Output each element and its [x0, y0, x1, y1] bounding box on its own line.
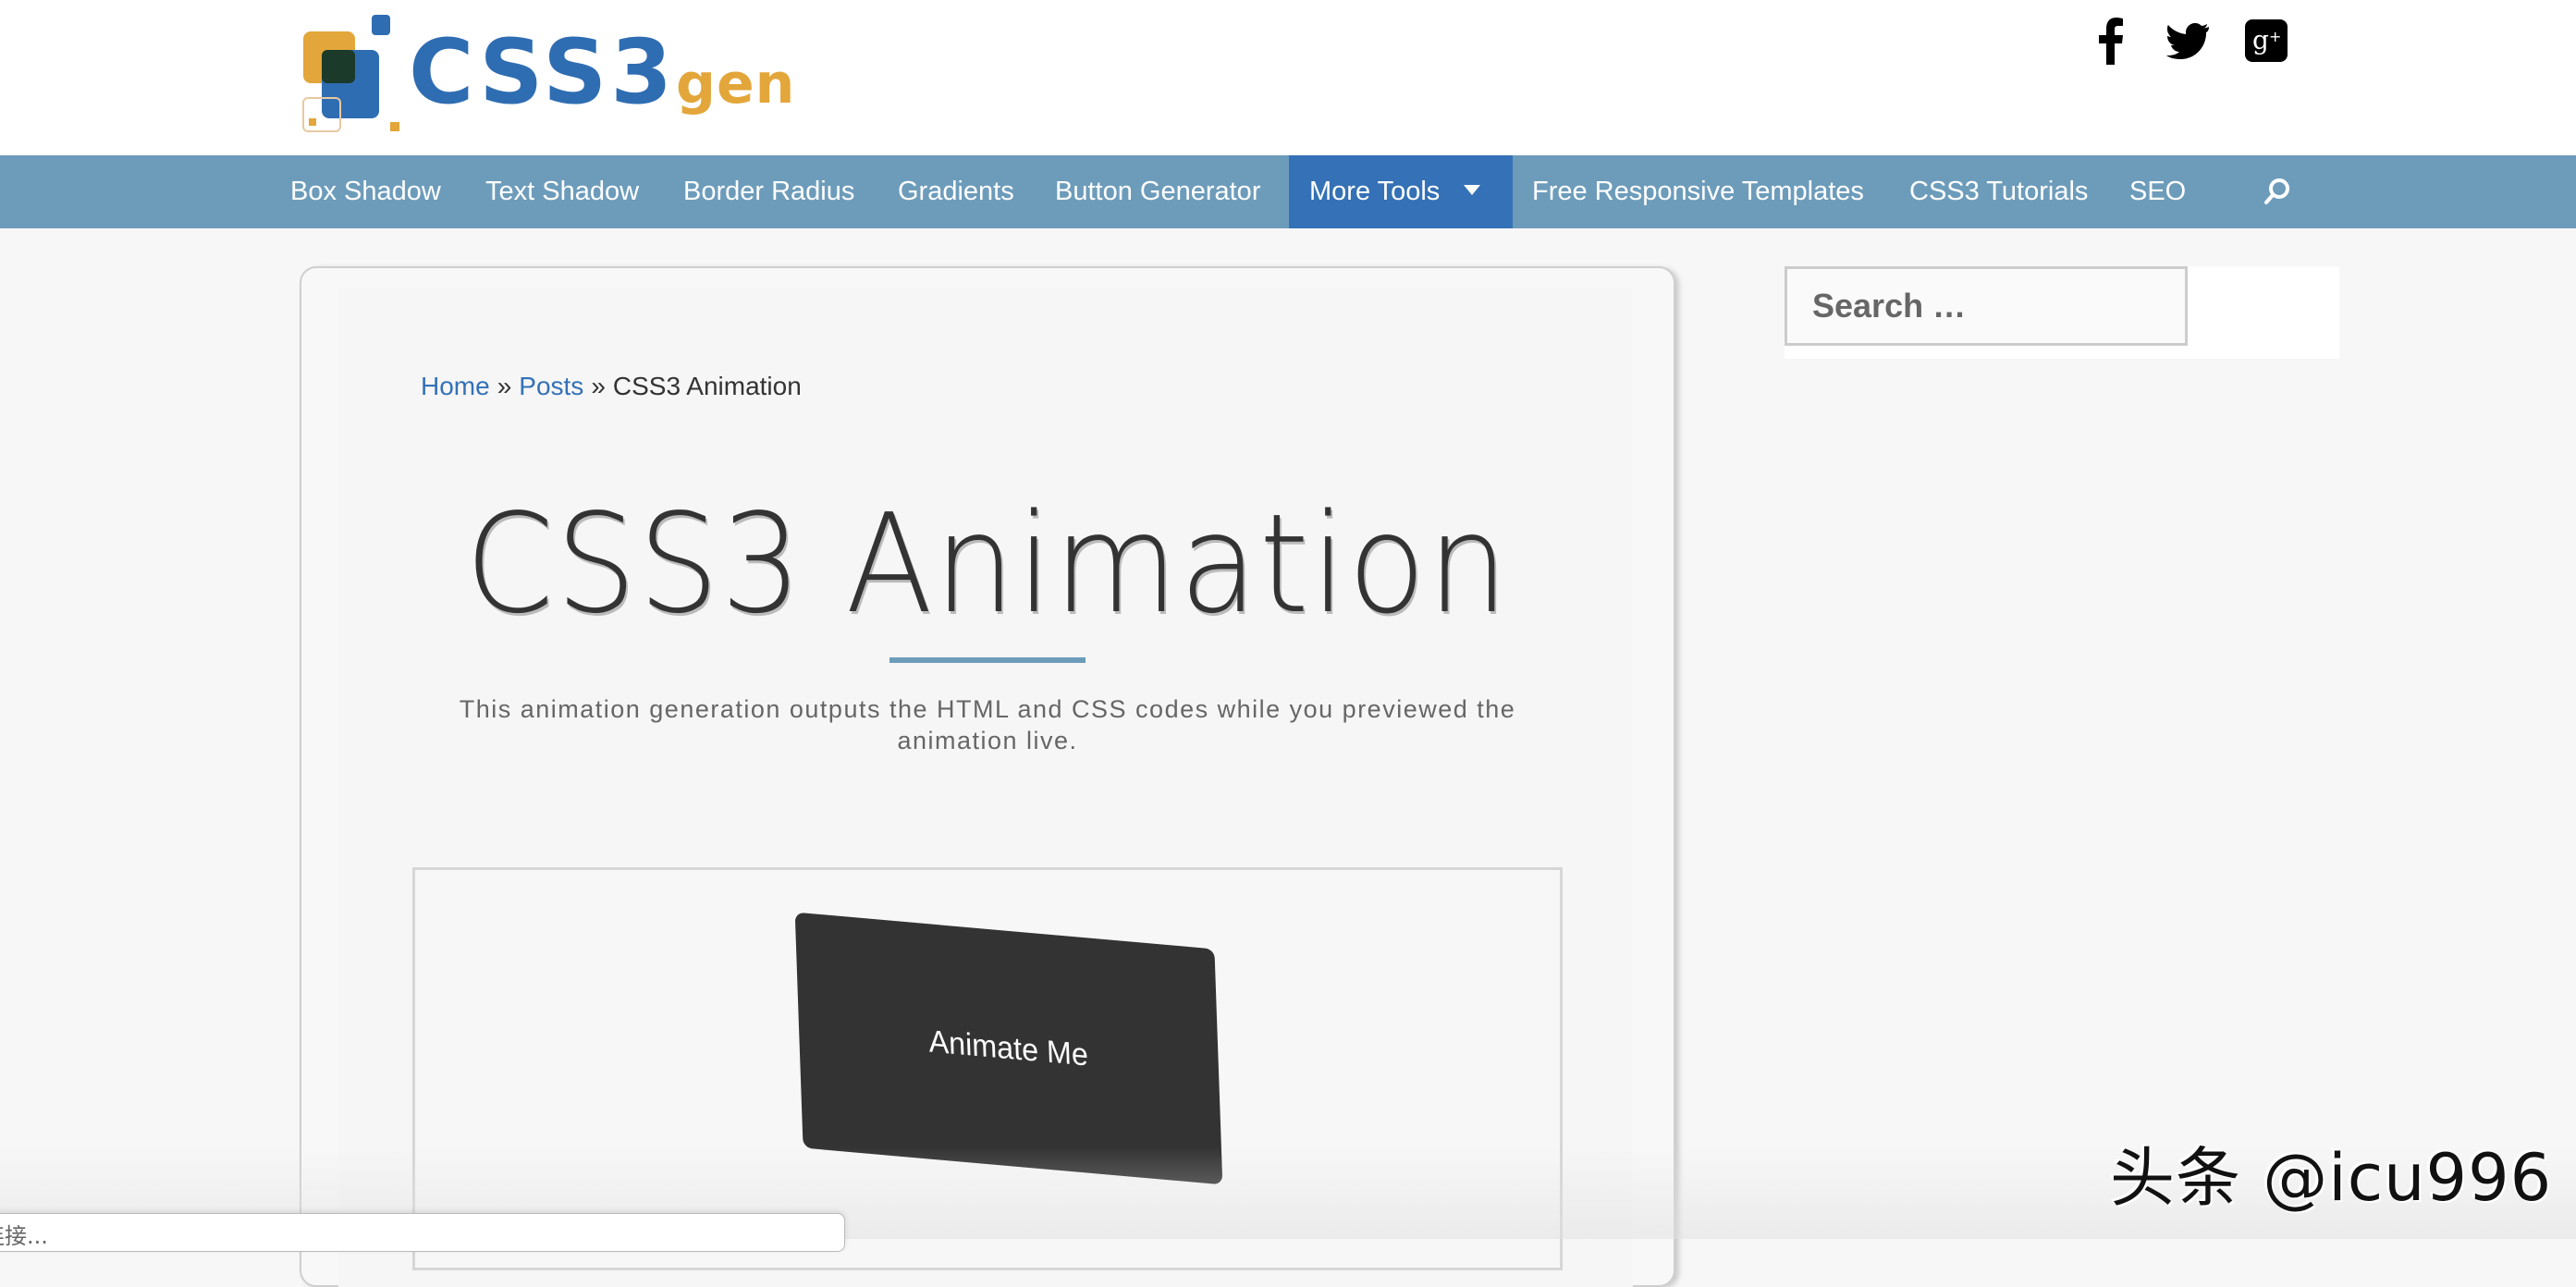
breadcrumb-separator: »	[497, 372, 512, 400]
site-header: CSS3gen g +	[0, 0, 2576, 155]
facebook-icon	[2099, 18, 2123, 65]
breadcrumb-posts[interactable]: Posts	[519, 372, 583, 400]
main-nav: Box Shadow Text Shadow Border Radius Gra…	[0, 155, 2576, 228]
page-title: CSS3 Animation	[465, 484, 1510, 644]
caret-down-icon	[1464, 184, 1481, 195]
animate-me-demo-button[interactable]: Animate Me	[794, 912, 1223, 1185]
title-underline	[889, 657, 1086, 663]
site-logo[interactable]: CSS3gen	[298, 13, 828, 133]
logo-squares-icon	[302, 15, 399, 132]
breadcrumb-current: CSS3 Animation	[612, 372, 802, 400]
nav-item-seo[interactable]: SEO	[2129, 155, 2186, 228]
nav-item-free-responsive-templates[interactable]: Free Responsive Templates	[1532, 155, 1864, 228]
nav-item-more-tools[interactable]: More Tools	[1289, 155, 1513, 228]
breadcrumb-separator: »	[591, 372, 606, 400]
animate-me-label: Animate Me	[928, 1023, 1089, 1073]
twitter-link[interactable]	[2165, 13, 2210, 68]
search-icon	[2264, 178, 2289, 204]
google-plus-link[interactable]: g +	[2245, 13, 2288, 68]
sidebar-search-widget	[1785, 266, 2339, 359]
nav-item-box-shadow[interactable]: Box Shadow	[290, 155, 441, 228]
logo-suffix: gen	[676, 52, 796, 116]
nav-item-css3-tutorials[interactable]: CSS3 Tutorials	[1909, 155, 2088, 228]
browser-status-popup: 连接...	[0, 1213, 845, 1252]
breadcrumb-home[interactable]: Home	[421, 372, 490, 400]
nav-item-button-generator[interactable]: Button Generator	[1055, 155, 1260, 228]
watermark: 头条 @icu996	[2110, 1140, 2553, 1216]
nav-item-more-tools-label: More Tools	[1309, 177, 1441, 206]
svg-text:g: g	[2252, 25, 2269, 55]
nav-item-gradients[interactable]: Gradients	[898, 155, 1014, 228]
nav-search-button[interactable]	[2263, 178, 2291, 205]
google-plus-icon: g +	[2245, 19, 2288, 62]
sidebar-search-input[interactable]	[1785, 266, 2188, 346]
facebook-link[interactable]	[2097, 13, 2125, 68]
logo-text: CSS3	[409, 20, 676, 124]
page-subtitle: This animation generation outputs the HT…	[459, 695, 1516, 754]
breadcrumb: Home» Posts» CSS3 Animation	[421, 372, 802, 401]
nav-item-border-radius[interactable]: Border Radius	[683, 155, 854, 228]
status-text: 连接...	[0, 1223, 48, 1249]
twitter-icon	[2166, 23, 2209, 59]
svg-text:+: +	[2269, 28, 2281, 45]
nav-item-text-shadow[interactable]: Text Shadow	[485, 155, 639, 228]
